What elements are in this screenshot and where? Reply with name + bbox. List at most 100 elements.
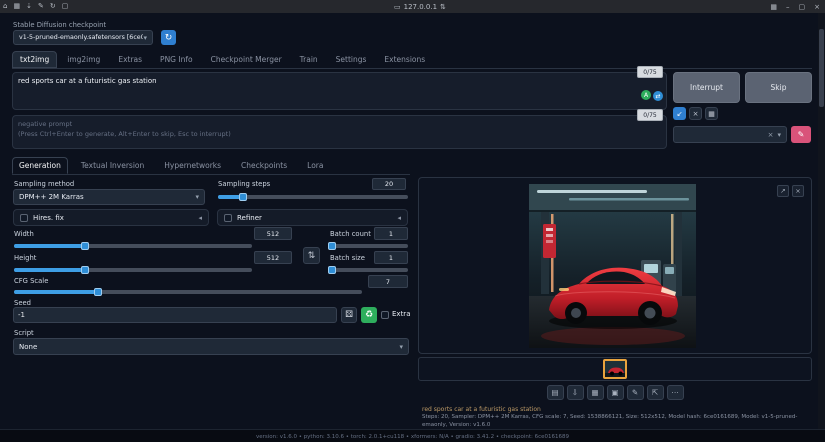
thumbnail-art — [605, 361, 627, 379]
sampling-steps-label: Sampling steps — [218, 180, 270, 188]
batch-count-slider[interactable] — [330, 244, 408, 248]
refresh-icon[interactable]: ↻ — [50, 0, 56, 13]
interrupt-button[interactable]: Interrupt — [673, 72, 740, 103]
clear-styles-icon[interactable]: × — [768, 131, 774, 139]
generation-tab-bar: Generation Textual Inversion Hypernetwor… — [12, 157, 330, 174]
edit-styles-button[interactable]: ✎ — [791, 126, 811, 143]
network-icon: ⇅ — [440, 3, 446, 11]
width-input[interactable]: 512 — [254, 227, 292, 240]
inpaint-icon: ✎ — [632, 388, 638, 397]
seed-input[interactable]: -1 — [13, 307, 337, 323]
chevron-down-icon: ▾ — [399, 343, 403, 351]
window-icon[interactable]: ▢ — [62, 0, 69, 13]
tab-checkpoint-merger[interactable]: Checkpoint Merger — [203, 51, 290, 68]
monitor-icon: ▭ — [394, 3, 401, 11]
maximize-button[interactable]: ▢ — [799, 3, 806, 11]
send-to-inpaint-button[interactable]: ✎ — [627, 385, 644, 400]
sampling-method-label: Sampling method — [14, 180, 74, 188]
tab-lora[interactable]: Lora — [300, 157, 330, 174]
page-scrollbar[interactable] — [818, 13, 825, 429]
tab-png-info[interactable]: PNG Info — [152, 51, 201, 68]
apps-icon[interactable]: ▦ — [770, 3, 777, 11]
send-to-img2img-button[interactable]: ▣ — [607, 385, 624, 400]
paste-params-button[interactable]: ↙ — [673, 107, 686, 120]
tab-hypernetworks[interactable]: Hypernetworks — [157, 157, 228, 174]
tab-txt2img[interactable]: txt2img — [12, 51, 57, 68]
folder-icon: ▤ — [551, 388, 558, 397]
minimize-button[interactable]: – — [786, 3, 790, 11]
open-folder-button[interactable]: ▤ — [547, 385, 564, 400]
tab-img2img[interactable]: img2img — [59, 51, 108, 68]
translate-prompt-icon[interactable]: A — [641, 90, 651, 100]
tab-extras[interactable]: Extras — [110, 51, 150, 68]
batch-size-slider[interactable] — [330, 268, 408, 272]
save-zip-button[interactable]: ▦ — [587, 385, 604, 400]
footer: version: v1.6.0 • python: 3.10.6 • torch… — [0, 429, 825, 442]
refresh-checkpoint-button[interactable]: ↻ — [161, 30, 176, 45]
edit-icon[interactable]: ✎ — [38, 0, 44, 13]
tab-extensions[interactable]: Extensions — [376, 51, 433, 68]
generated-image-art — [529, 184, 696, 348]
sync-prompt-icon[interactable]: ⇄ — [653, 91, 663, 101]
refiner-accordion[interactable]: Refiner ◂ — [217, 209, 408, 226]
sampling-method-dropdown[interactable]: DPM++ 2M Karras ▾ — [13, 189, 205, 205]
prompt-text: red sports car at a futuristic gas stati… — [18, 77, 661, 85]
tab-textual-inversion[interactable]: Textual Inversion — [74, 157, 151, 174]
prompt-token-counter[interactable]: 0/75 — [637, 66, 663, 78]
refresh-icon: ↻ — [165, 33, 173, 43]
negative-prompt-textarea[interactable]: negative prompt (Press Ctrl+Enter to gen… — [12, 115, 667, 149]
checkpoint-label: Stable Diffusion checkpoint — [13, 21, 106, 29]
seed-extra-checkbox[interactable] — [381, 311, 389, 319]
batch-count-input[interactable]: 1 — [374, 227, 408, 240]
gallery-close-button[interactable]: × — [792, 185, 804, 197]
clear-prompt-button[interactable]: × — [689, 107, 702, 120]
seed-value: -1 — [18, 311, 25, 319]
hires-fix-accordion[interactable]: Hires. fix ◂ — [13, 209, 209, 226]
scrollbar-thumb[interactable] — [819, 29, 824, 107]
refiner-checkbox[interactable] — [224, 214, 232, 222]
gallery-thumbnail-strip — [418, 357, 812, 381]
gallery-thumbnail-selected[interactable] — [603, 359, 627, 379]
width-slider[interactable] — [14, 244, 252, 248]
cfg-scale-input[interactable]: 7 — [368, 275, 408, 288]
styles-dropdown[interactable]: × ▾ — [673, 126, 787, 143]
app-window: ⌂ ▦ ⇣ ✎ ↻ ▢ ▭ 127.0.0.1 ⇅ ▦ – ▢ × Stable… — [0, 0, 825, 442]
address-area: ▭ 127.0.0.1 ⇅ — [394, 0, 446, 13]
tab-checkpoints[interactable]: Checkpoints — [234, 157, 294, 174]
cfg-scale-label: CFG Scale — [14, 277, 48, 285]
tab-train[interactable]: Train — [292, 51, 326, 68]
skip-button[interactable]: Skip — [745, 72, 812, 103]
reuse-seed-button[interactable]: ♻ — [361, 307, 377, 323]
height-slider[interactable] — [14, 268, 252, 272]
batch-size-input[interactable]: 1 — [374, 251, 408, 264]
extra-networks-button[interactable]: ▦ — [705, 107, 718, 120]
address-text: 127.0.0.1 — [404, 3, 437, 11]
swap-dimensions-button[interactable]: ⇅ — [303, 247, 320, 264]
script-dropdown[interactable]: None ▾ — [13, 338, 409, 355]
output-gallery[interactable]: ↗ × — [418, 177, 812, 354]
trash-icon: × — [693, 110, 699, 118]
sampling-steps-input[interactable]: 20 — [372, 178, 406, 190]
sampling-steps-slider[interactable] — [218, 195, 408, 199]
save-image-button[interactable]: ⇩ — [567, 385, 584, 400]
chevron-down-icon: ▾ — [143, 34, 147, 42]
send-to-extras-button[interactable]: ⇱ — [647, 385, 664, 400]
hires-fix-checkbox[interactable] — [20, 214, 28, 222]
close-button[interactable]: × — [814, 3, 820, 11]
cfg-scale-slider[interactable] — [14, 290, 362, 294]
gallery-fullscreen-button[interactable]: ↗ — [777, 185, 789, 197]
home-icon[interactable]: ⌂ — [3, 0, 7, 13]
grid-icon[interactable]: ▦ — [13, 0, 20, 13]
width-label: Width — [14, 230, 34, 238]
refiner-label: Refiner — [237, 214, 262, 222]
tab-settings[interactable]: Settings — [328, 51, 375, 68]
download-icon[interactable]: ⇣ — [26, 0, 32, 13]
prompt-textarea[interactable]: red sports car at a futuristic gas stati… — [12, 72, 667, 110]
negative-token-counter[interactable]: 0/75 — [637, 109, 663, 121]
tab-generation[interactable]: Generation — [12, 157, 68, 174]
random-seed-button[interactable]: ⚄ — [341, 307, 357, 323]
checkpoint-dropdown[interactable]: v1-5-pruned-emaonly.safetensors [6ce0161… — [13, 30, 153, 45]
generated-image[interactable] — [529, 184, 696, 348]
extra-tool-button[interactable]: ⋯ — [667, 385, 684, 400]
height-input[interactable]: 512 — [254, 251, 292, 264]
